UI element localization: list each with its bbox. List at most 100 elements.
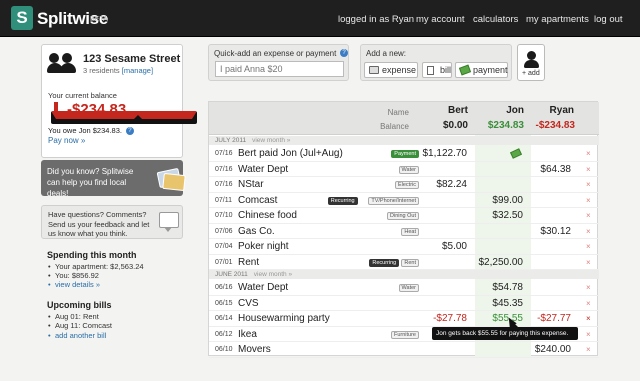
expense-description[interactable]: CVS	[238, 298, 259, 309]
add-new-label: Add a new:	[366, 49, 407, 58]
amount-ryan: $64.38	[540, 163, 571, 175]
delete-icon[interactable]: ×	[586, 345, 591, 354]
pay-now-link[interactable]: Pay now »	[48, 136, 85, 145]
quick-add-label: Quick-add an expense or payment	[214, 49, 337, 58]
person-name-ryan[interactable]: Ryan	[529, 105, 574, 116]
speech-bubble-icon	[159, 212, 179, 232]
expense-description[interactable]: Rent	[238, 257, 259, 268]
expense-row[interactable]: 07/04 Poker night $5.00 ×	[209, 239, 599, 255]
person-name-bert[interactable]: Bert	[423, 105, 468, 116]
expense-description[interactable]: Housewarming party	[238, 313, 330, 324]
amount-bert: $1,122.70	[422, 148, 468, 159]
expense-description[interactable]: Poker night	[238, 241, 289, 252]
delete-icon[interactable]: ×	[586, 149, 591, 158]
add-bill-button[interactable]: bill	[422, 62, 452, 78]
expense-row[interactable]: 06/15 CVS $45.35 ×	[209, 296, 599, 311]
nav-log-out[interactable]: log out	[594, 14, 623, 25]
deals-promo-text: Did you know? Splitwise can help you fin…	[47, 167, 134, 198]
delete-icon[interactable]: ×	[586, 211, 591, 220]
nav-calculators[interactable]: calculators	[473, 14, 518, 25]
spending-item: You: $856.92	[48, 271, 99, 280]
nav-my-apartments[interactable]: my apartments	[526, 14, 589, 25]
amount-bert: $82.24	[436, 179, 467, 190]
spending-item: Your apartment: $2,563.24	[48, 262, 144, 271]
amount-jon: $2,250.00	[478, 256, 524, 268]
split-tooltip: Jon gets back $55.55 for paying this exp…	[432, 323, 578, 340]
expense-row[interactable]: 07/16 NStar Electric $82.24 ×	[209, 177, 599, 193]
name-label: Name	[387, 108, 409, 117]
expense-description[interactable]: Movers	[238, 344, 271, 355]
residents-icon	[47, 51, 77, 77]
category-tag: Recurring	[369, 258, 400, 267]
expense-row[interactable]: 07/01 Rent Rent Recurring $2,250.00 ×	[209, 255, 599, 270]
add-person-button[interactable]: + add	[517, 44, 545, 81]
expense-row[interactable]: 07/16 Bert paid Jon (Jul+Aug) Payment $1,12…	[209, 146, 599, 162]
view-month-link[interactable]: view month »	[254, 271, 292, 278]
view-details-link[interactable]: view details »	[48, 280, 100, 289]
view-month-link[interactable]: view month »	[252, 137, 290, 144]
add-payment-button[interactable]: payment	[455, 62, 508, 78]
amount-ryan: -$27.77	[537, 313, 571, 324]
spending-title: Spending this month	[47, 250, 137, 260]
expense-date: 06/10	[215, 346, 233, 353]
month-header: JULY 2011 view month »	[209, 136, 599, 145]
expense-description[interactable]: Water Dept	[238, 164, 288, 175]
delete-icon[interactable]: ×	[586, 314, 591, 323]
add-expense-button[interactable]: expense	[364, 62, 418, 78]
owe-summary: You owe Jon $234.83.?	[48, 126, 134, 136]
delete-icon[interactable]: ×	[586, 227, 591, 236]
deals-promo[interactable]: Did you know? Splitwise can help you fin…	[41, 160, 186, 198]
expense-row[interactable]: 07/11 Comcast TV/Phone/Internet Recurring $9…	[209, 193, 599, 208]
quick-add-input[interactable]	[215, 61, 344, 77]
logged-in-as[interactable]: logged in as Ryan	[338, 14, 414, 25]
delete-icon[interactable]: ×	[586, 258, 591, 267]
help-icon[interactable]: ?	[340, 49, 348, 57]
residents-count: 3 residents [manage]	[83, 66, 154, 75]
amount-ryan: $240.00	[534, 344, 571, 355]
expense-row[interactable]: 07/16 Water Dept Water $64.38 ×	[209, 162, 599, 177]
expense-description[interactable]: Chinese food	[238, 210, 297, 221]
expense-description[interactable]: Bert paid Jon (Jul+Aug)	[238, 148, 343, 159]
delete-icon[interactable]: ×	[586, 180, 591, 189]
expense-row[interactable]: 07/06 Gas Co. Heat $30.12 ×	[209, 224, 599, 239]
expense-description[interactable]: NStar	[238, 179, 264, 190]
delete-icon[interactable]: ×	[586, 196, 591, 205]
delete-icon[interactable]: ×	[586, 283, 591, 292]
expense-row[interactable]: 06/16 Water Dept Water $54.78 ×	[209, 280, 599, 296]
delete-icon[interactable]: ×	[586, 242, 591, 251]
expense-row[interactable]: 06/10 Movers $240.00 ×	[209, 342, 599, 358]
bills-title: Upcoming bills	[47, 300, 112, 310]
delete-icon[interactable]: ×	[586, 330, 591, 339]
current-balance: -$234.83	[67, 101, 127, 118]
splitwise-logo-icon[interactable]: S	[11, 6, 33, 30]
category-tag: Furniture	[390, 330, 419, 339]
help-icon[interactable]: ?	[125, 127, 134, 136]
person-balance-ryan: -$234.83	[535, 120, 575, 131]
category-tag: TV/Phone/Internet	[368, 196, 419, 205]
expense-description[interactable]: Water Dept	[238, 282, 288, 293]
beta-badge: BETA	[90, 16, 108, 23]
expense-date: 06/12	[215, 330, 233, 338]
expense-description[interactable]: Gas Co.	[238, 226, 275, 237]
amount-jon: $99.00	[492, 194, 523, 206]
expense-row[interactable]: 06/14 Housewarming party -$27.78 $55.55 -$27…	[209, 311, 599, 328]
expense-description[interactable]: Comcast	[238, 195, 277, 206]
credit-card-icon	[162, 172, 186, 192]
expense-table: Name Balance Bert Jon Ryan $0.00 $234.83…	[208, 101, 599, 358]
add-bill-link[interactable]: add another bill	[48, 331, 106, 340]
add-person-label: + add	[522, 70, 540, 77]
manage-link[interactable]: [manage]	[122, 66, 153, 75]
nav-my-account[interactable]: my account	[416, 14, 465, 25]
category-tag: Water	[398, 165, 419, 174]
expense-row[interactable]: 07/10 Chinese food Dining Out $32.50 ×	[209, 208, 599, 224]
add-new-panel: Add a new: expense bill payment	[360, 44, 512, 81]
delete-icon[interactable]: ×	[586, 299, 591, 308]
feedback-box[interactable]: Have questions? Comments? Send us your f…	[41, 205, 183, 239]
person-name-jon[interactable]: Jon	[479, 105, 524, 116]
expense-date: 06/15	[215, 299, 233, 307]
bill-item: Aug 01: Rent	[48, 312, 99, 321]
delete-icon[interactable]: ×	[586, 165, 591, 174]
amount-jon: $45.35	[492, 297, 523, 309]
balance-label: Your current balance	[48, 91, 117, 100]
expense-description[interactable]: Ikea	[238, 329, 257, 340]
